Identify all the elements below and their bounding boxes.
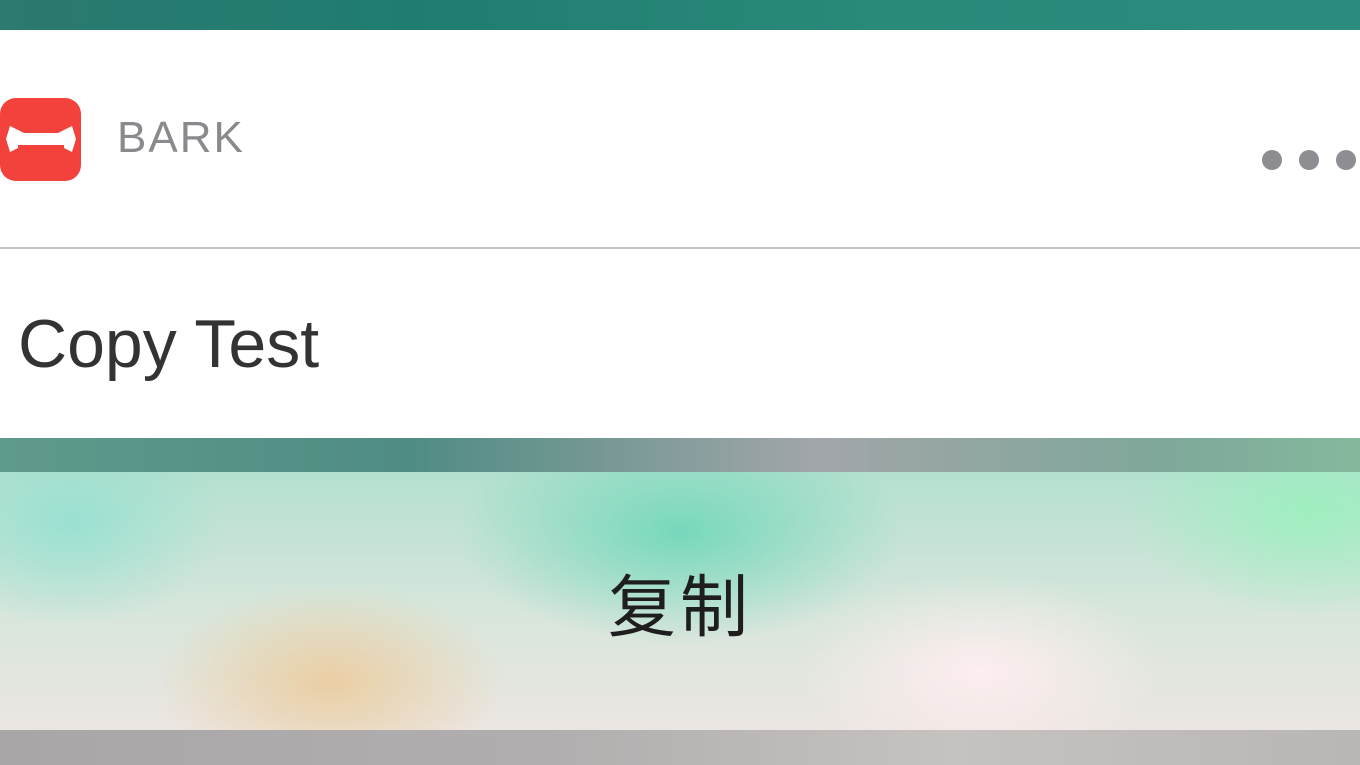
- app-name: BARK: [117, 113, 245, 162]
- bone-icon: [6, 126, 76, 152]
- copy-action-button[interactable]: 复制: [0, 472, 1360, 730]
- copy-action-label: 复制: [607, 568, 752, 648]
- blurred-wallpaper-bottom: [0, 730, 1360, 765]
- header-divider: [0, 247, 1360, 249]
- notification-message: Copy Test: [18, 306, 320, 382]
- ellipsis-icon: [1262, 150, 1282, 170]
- blurred-wallpaper-top: [0, 0, 1360, 30]
- ellipsis-icon: [1299, 150, 1319, 170]
- ellipsis-icon: [1336, 150, 1356, 170]
- notification-header: BARK: [0, 30, 1360, 247]
- more-options-button[interactable]: [1252, 150, 1360, 190]
- notification-action-area: 复制: [0, 472, 1360, 730]
- notification-card[interactable]: BARK Copy Test: [0, 30, 1360, 438]
- notification-screen: BARK Copy Test 复制: [0, 0, 1360, 765]
- bark-app-icon: [0, 98, 81, 181]
